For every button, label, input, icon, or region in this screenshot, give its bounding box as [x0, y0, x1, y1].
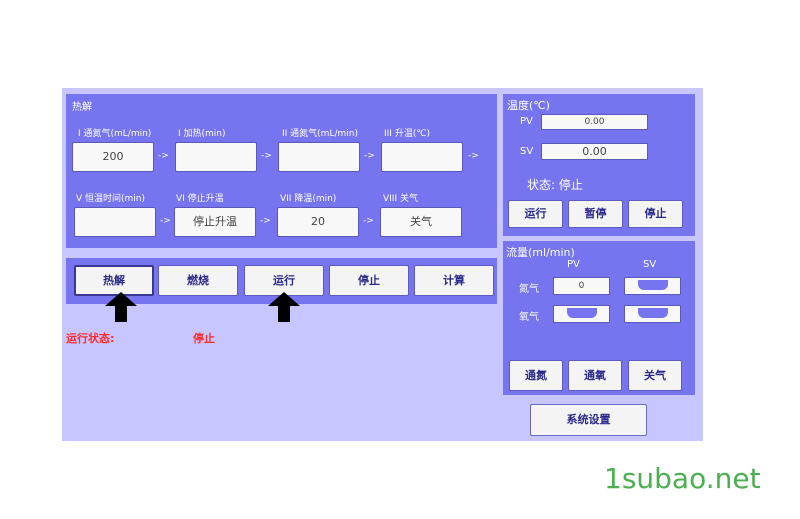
- oxygen-sv-fill: [637, 308, 668, 318]
- step4-label: III 升温(℃): [384, 129, 430, 139]
- flow-pv-header: PV: [567, 259, 580, 270]
- oxygen-pv-value: [553, 305, 610, 323]
- temp-pv-value: 0.00: [541, 114, 648, 130]
- step6-field[interactable]: 停止升温: [174, 207, 256, 237]
- nitrogen-label: 氮气: [519, 284, 539, 295]
- system-settings-button[interactable]: 系统设置: [530, 404, 647, 436]
- step1-label: I 通氮气(mL/min): [78, 129, 152, 139]
- step3-label: II 通氮气(mL/min): [282, 129, 358, 139]
- oxygen-label: 氧气: [519, 312, 539, 323]
- step2-field[interactable]: [175, 142, 257, 172]
- step5-field[interactable]: [74, 207, 156, 237]
- nitrogen-sv-fill: [637, 280, 668, 290]
- step3-field[interactable]: [278, 142, 360, 172]
- step6-label: VI 停止升温: [176, 194, 224, 204]
- arrow-1: ->: [158, 151, 169, 161]
- run-status-label: 运行状态:: [66, 332, 115, 345]
- arrow-7: ->: [363, 216, 374, 226]
- temp-pv-label: PV: [520, 116, 533, 127]
- arrow-3: ->: [364, 151, 375, 161]
- temp-pause-button[interactable]: 暂停: [568, 200, 623, 228]
- pointer-arrow-icon: [268, 292, 300, 322]
- temp-sv-label: SV: [520, 146, 534, 157]
- temp-sv-input[interactable]: 0.00: [541, 143, 648, 160]
- temp-stop-button[interactable]: 停止: [628, 200, 683, 228]
- oxygen-pv-fill: [566, 308, 597, 318]
- step4-field[interactable]: [381, 142, 463, 172]
- temp-state-label: 状态: 停止: [527, 178, 583, 192]
- nitrogen-sv-input[interactable]: [624, 277, 681, 295]
- arrow-5: ->: [160, 216, 171, 226]
- flow-sv-header: SV: [643, 259, 657, 270]
- pointer-arrow-icon: [105, 292, 137, 322]
- oxygen-sv-input[interactable]: [624, 305, 681, 323]
- mode-combustion-button[interactable]: 燃烧: [158, 265, 238, 296]
- stop-button[interactable]: 停止: [329, 265, 409, 296]
- temperature-title: 温度(℃): [507, 99, 550, 112]
- arrow-4: ->: [468, 151, 479, 161]
- temp-run-button[interactable]: 运行: [508, 200, 563, 228]
- run-status-value: 停止: [193, 332, 215, 345]
- step2-label: I 加热(min): [178, 129, 226, 139]
- arrow-6: ->: [260, 216, 271, 226]
- flow-nitrogen-button[interactable]: 通氮: [509, 360, 563, 391]
- flow-off-button[interactable]: 关气: [628, 360, 682, 391]
- flow-title: 流量(ml/min): [506, 246, 575, 259]
- step7-field[interactable]: 20: [277, 207, 359, 237]
- step8-label: VIII 关气: [383, 194, 418, 204]
- pyrolysis-title: 热解: [72, 102, 92, 113]
- step1-field[interactable]: 200: [72, 142, 154, 172]
- calculate-button[interactable]: 计算: [414, 265, 494, 296]
- watermark: 1subao.net: [604, 462, 761, 495]
- step7-label: VII 降温(min): [280, 194, 337, 204]
- step5-label: V 恒温时间(min): [76, 194, 146, 204]
- step8-field[interactable]: 关气: [380, 207, 462, 237]
- flow-oxygen-button[interactable]: 通氧: [568, 360, 622, 391]
- arrow-2: ->: [261, 151, 272, 161]
- nitrogen-pv-value: 0: [553, 277, 610, 295]
